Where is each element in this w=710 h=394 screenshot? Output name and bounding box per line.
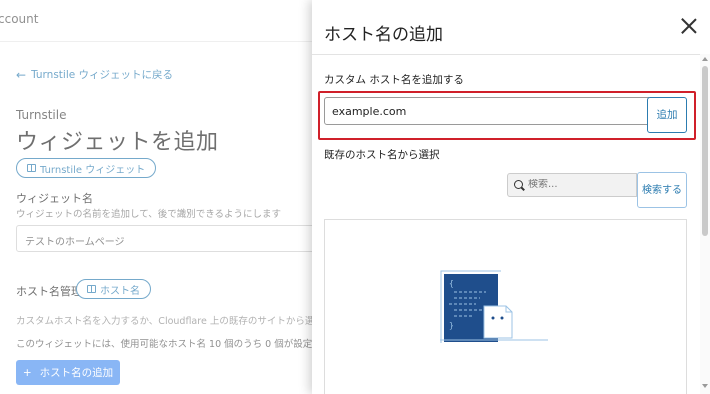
empty-document-icon: { } bbox=[440, 270, 548, 343]
svg-text:}: } bbox=[449, 321, 454, 330]
search-icon bbox=[514, 180, 523, 189]
svg-text:{: { bbox=[449, 279, 454, 288]
drawer-scrollbar[interactable] bbox=[700, 54, 710, 394]
search-button[interactable]: 検索する bbox=[637, 172, 687, 208]
close-icon[interactable] bbox=[680, 17, 698, 35]
empty-state-panel: { } bbox=[324, 219, 687, 394]
scroll-up-icon[interactable] bbox=[702, 57, 708, 61]
search-box[interactable] bbox=[507, 173, 637, 197]
custom-hostname-input[interactable] bbox=[324, 97, 649, 125]
drawer-title: ホスト名の追加 bbox=[324, 25, 443, 45]
add-button[interactable]: 追加 bbox=[647, 97, 687, 133]
existing-hostname-label: 既存のホスト名から選択 bbox=[324, 149, 440, 161]
scroll-thumb[interactable] bbox=[702, 66, 708, 236]
drawer-backdrop[interactable] bbox=[0, 0, 312, 394]
drawer-divider bbox=[312, 54, 700, 55]
search-input[interactable] bbox=[528, 179, 632, 190]
custom-hostname-label: カスタム ホスト名を追加する bbox=[324, 74, 464, 86]
add-hostname-drawer: ホスト名の追加 カスタム ホスト名を追加する 追加 既存のホスト名から選択 検索… bbox=[312, 0, 710, 394]
scroll-down-icon[interactable] bbox=[702, 384, 708, 388]
